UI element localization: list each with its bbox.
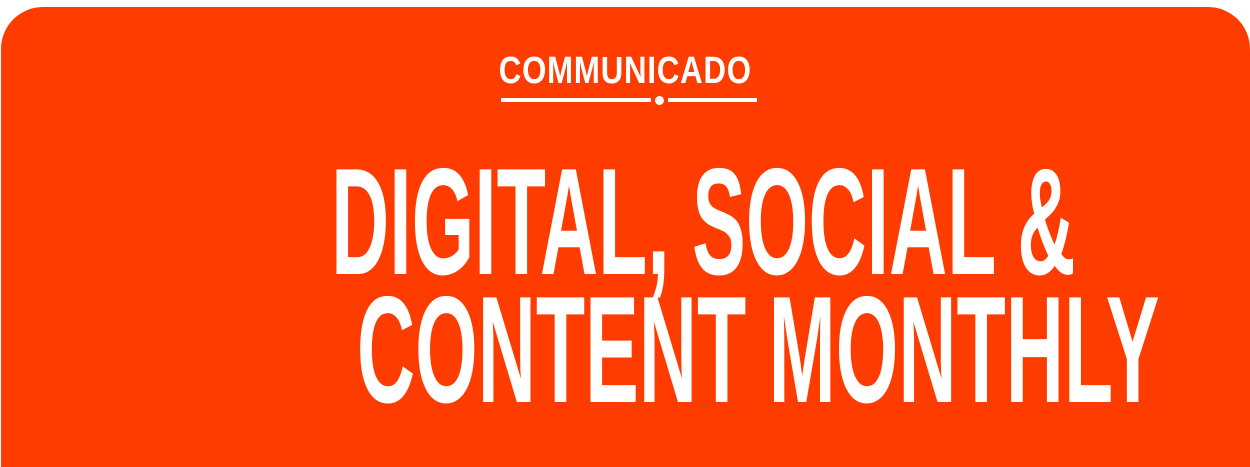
header-banner: COMMUNICADO DIGITAL, SOCIAL & CONTENT MO… [1,7,1250,467]
logo-underline-right [668,98,757,102]
headline-text-2: CONTENT MONTHLY [356,265,1160,435]
logo-dot [655,96,664,105]
logo-underline-left [501,98,651,102]
headline-line-2: CONTENT MONTHLY [1,265,1250,435]
logo-text: COMMUNICADO [498,50,753,92]
communicado-logo[interactable]: COMMUNICADO [1,50,1250,105]
